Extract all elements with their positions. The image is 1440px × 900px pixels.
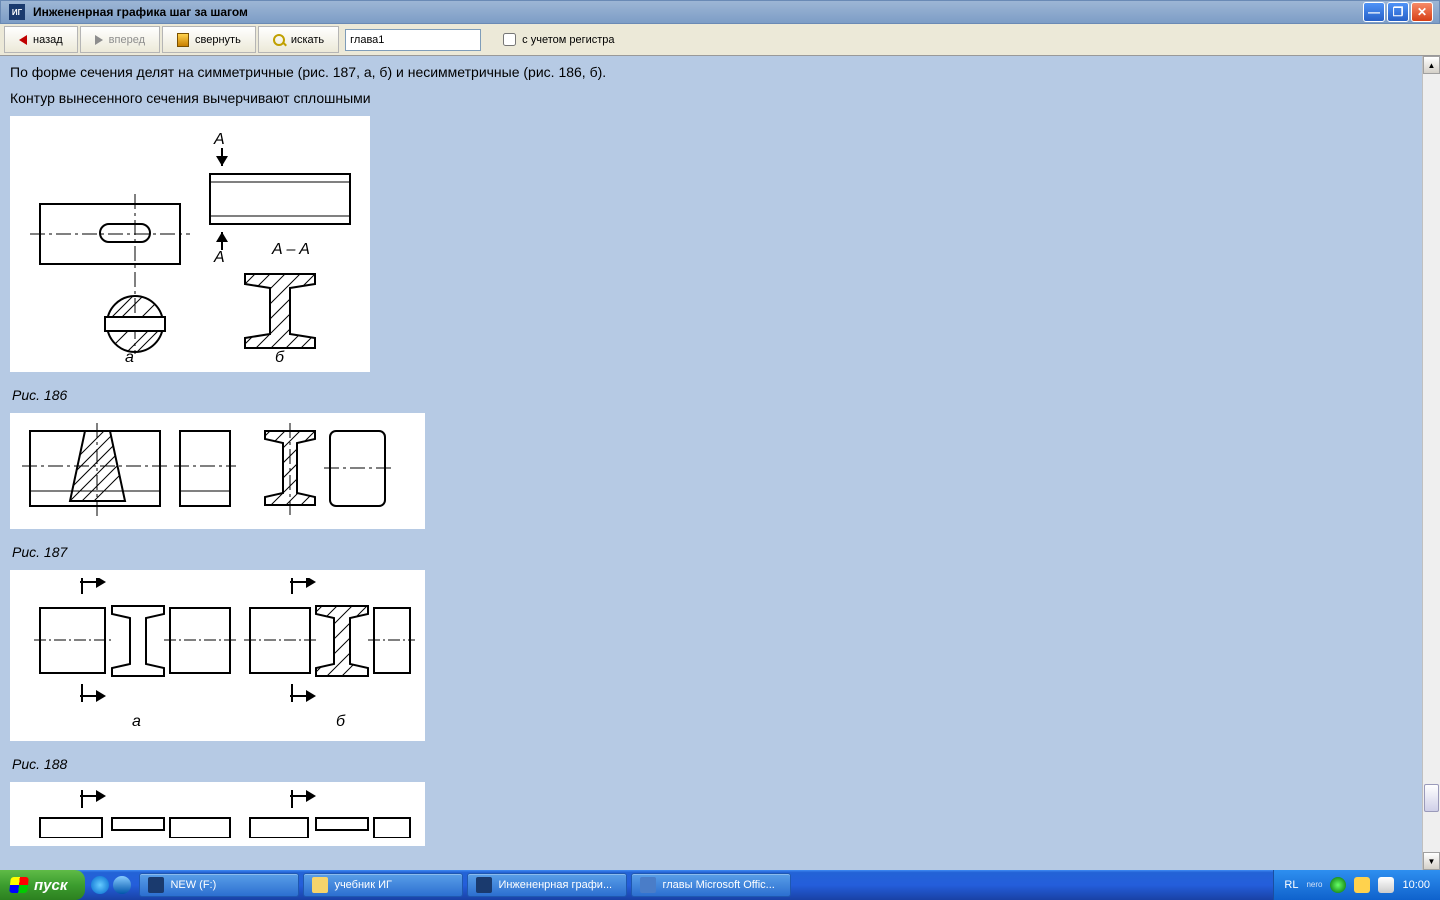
clock[interactable]: 10:00 (1402, 879, 1430, 891)
forward-label: вперед (109, 34, 145, 46)
app-icon-small (476, 877, 492, 893)
arrow-left-icon (19, 35, 27, 45)
case-sensitive-check[interactable]: с учетом регистра (503, 26, 614, 53)
forward-button[interactable]: вперед (80, 26, 160, 53)
search-label: искать (291, 34, 324, 46)
start-button[interactable]: пуск (0, 870, 85, 900)
tray-icon-1[interactable] (1330, 877, 1346, 893)
search-input[interactable] (345, 29, 481, 51)
app-icon: ИГ (9, 4, 25, 20)
caption-188: Рис. 188 (12, 756, 1412, 772)
taskbar-item-1[interactable]: учебник ИГ (303, 873, 463, 897)
taskbar-item-0[interactable]: NEW (F:) (139, 873, 299, 897)
paragraph-1: По форме сечения делят на симметричные (… (10, 64, 1412, 80)
scroll-track[interactable] (1423, 74, 1440, 852)
document-content: По форме сечения делят на симметричные (… (0, 56, 1422, 870)
scroll-down-button[interactable]: ▼ (1423, 852, 1440, 870)
svg-text:а: а (132, 713, 141, 730)
label-a: а (125, 349, 134, 364)
quick-launch (85, 870, 137, 900)
case-checkbox[interactable] (503, 33, 516, 46)
figure-188: а (10, 570, 425, 741)
search-icon (273, 34, 285, 46)
svg-text:б: б (336, 713, 346, 730)
caption-186: Рис. 186 (12, 387, 1412, 403)
nero-icon[interactable]: nero (1306, 881, 1322, 889)
maximize-button[interactable]: ❐ (1387, 2, 1409, 22)
collapse-label: свернуть (195, 34, 241, 46)
book-icon (177, 33, 189, 47)
taskbar-item-3[interactable]: главы Microsoft Offic... (631, 873, 791, 897)
task-label-1: учебник ИГ (334, 879, 391, 891)
figure-189-partial (10, 782, 425, 846)
language-indicator[interactable]: RL (1284, 879, 1298, 891)
close-button[interactable]: ✕ (1411, 2, 1433, 22)
task-label-3: главы Microsoft Offic... (662, 879, 774, 891)
windows-flag-icon (9, 877, 29, 893)
word-icon (640, 877, 656, 893)
folder-icon (312, 877, 328, 893)
task-label-0: NEW (F:) (170, 879, 216, 891)
collapse-button[interactable]: свернуть (162, 26, 256, 53)
case-label: с учетом регистра (522, 34, 614, 46)
back-label: назад (33, 34, 63, 46)
task-label-2: Инжененрная графи... (498, 879, 612, 891)
tray-icon-2[interactable] (1354, 877, 1370, 893)
svg-text:A: A (213, 249, 225, 266)
vertical-scrollbar[interactable]: ▲ ▼ (1422, 56, 1440, 870)
taskbar-item-2[interactable]: Инжененрная графи... (467, 873, 627, 897)
drive-icon (148, 877, 164, 893)
arrow-right-icon (95, 35, 103, 45)
svg-text:A: A (213, 131, 225, 148)
minimize-button[interactable]: — (1363, 2, 1385, 22)
caption-187: Рис. 187 (12, 544, 1412, 560)
show-desktop-icon[interactable] (91, 876, 109, 894)
toolbar: назад вперед свернуть искать с учетом ре… (0, 24, 1440, 56)
title-bar: ИГ Инжененрная графика шаг за шагом — ❐ … (0, 0, 1440, 24)
paragraph-2: Контур вынесенного сечения вычерчивают с… (10, 90, 1412, 106)
svg-text:б: б (275, 349, 285, 364)
taskbar: пуск NEW (F:) учебник ИГ Инжененрная гра… (0, 870, 1440, 900)
scroll-up-button[interactable]: ▲ (1423, 56, 1440, 74)
window-title: Инжененрная графика шаг за шагом (33, 5, 248, 19)
system-tray: RL nero 10:00 (1273, 870, 1440, 900)
search-button[interactable]: искать (258, 26, 339, 53)
svg-text:A – A: A – A (271, 241, 310, 258)
start-label: пуск (34, 877, 67, 894)
scroll-thumb[interactable] (1424, 784, 1439, 812)
tray-icon-3[interactable] (1378, 877, 1394, 893)
figure-186: а A A A – A (10, 116, 370, 372)
figure-187 (10, 413, 425, 529)
back-button[interactable]: назад (4, 26, 78, 53)
ie-icon[interactable] (113, 876, 131, 894)
